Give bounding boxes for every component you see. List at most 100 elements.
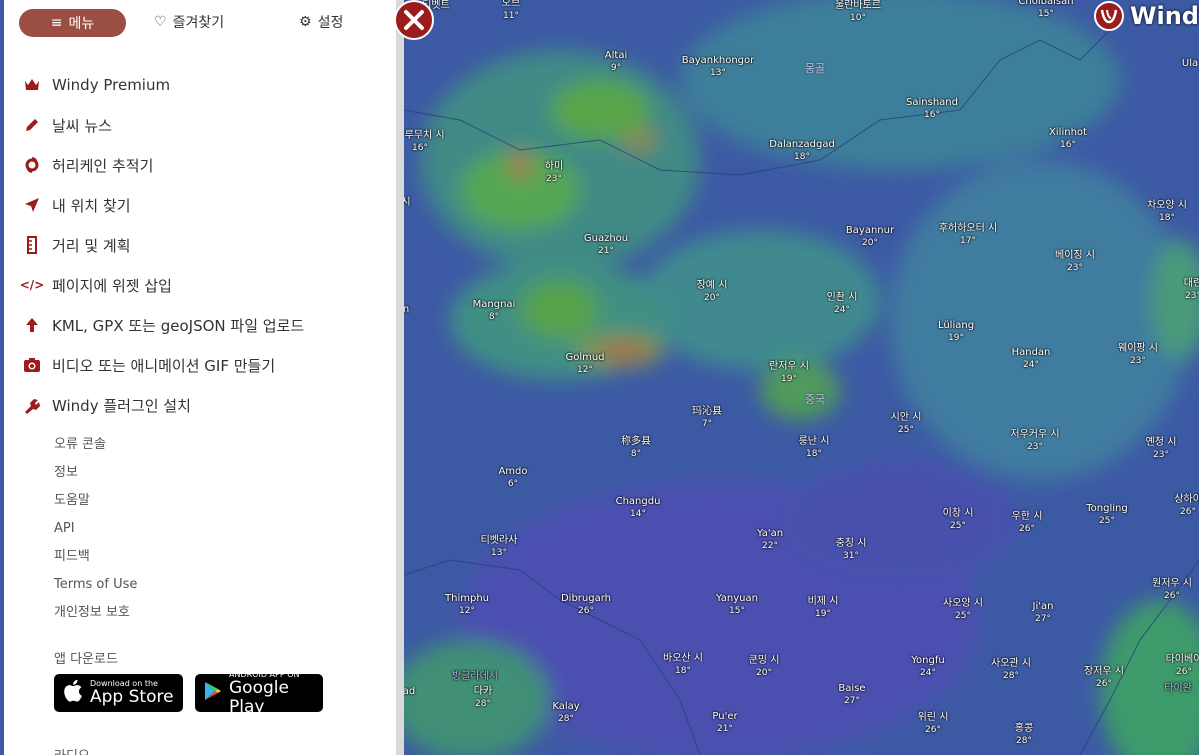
city-label: 이창 시 25° (943, 508, 974, 532)
city-label: 비제 시 19° (808, 596, 839, 620)
menu-item-plugin[interactable]: Windy 플러그인 설치 (22, 385, 304, 425)
link-error-console[interactable]: 오류 콘솔 (54, 431, 137, 459)
city-label: 하미 23° (545, 161, 563, 185)
tab-menu[interactable]: ≡ 메뉴 (19, 9, 126, 37)
city-temperature: 18° (1159, 213, 1175, 223)
link-feedback[interactable]: 피드백 (54, 543, 137, 571)
city-name: Dibrugarh (560, 593, 612, 604)
city-label: Kalay 28° (552, 701, 579, 725)
city-name: Mangnai (472, 299, 516, 310)
city-label: Dibrugarh 26° (561, 593, 611, 617)
city-temperature: 25° (1099, 516, 1115, 526)
city-name: 쿤밍 시 (748, 655, 780, 666)
menu-item-radio-partial[interactable]: 라디오 (54, 745, 90, 755)
side-menu-panel: ≡ 메뉴 ♡ 즐겨찾기 ⚙ 설정 Windy Premium 날씨 뉴스 허리케… (4, 0, 396, 755)
city-name: 후허하오터 시 (938, 223, 998, 234)
city-name: 충칭 시 (835, 538, 867, 549)
city-label: 称多县 8° (621, 436, 651, 460)
city-label: Golmud 12° (565, 352, 604, 376)
city-label: 타이완 (1164, 683, 1192, 695)
menu-item-hurricane[interactable]: 허리케인 추적기 (22, 145, 304, 185)
city-name: 방글라데시 (452, 671, 498, 682)
menu-item-news[interactable]: 날씨 뉴스 (22, 105, 304, 145)
menu-item-widget[interactable]: </> 페이지에 위젯 삽입 (19, 265, 304, 305)
city-temperature: 25° (950, 521, 966, 531)
city-temperature: 26° (578, 606, 594, 616)
city-label: 사오양 시 25° (943, 598, 983, 622)
menu-item-location[interactable]: 내 위치 찾기 (22, 185, 304, 225)
city-name: 장저우 시 (1084, 666, 1124, 677)
city-name: 상하이 (1174, 494, 1199, 505)
city-label: 사오관 시 28° (991, 658, 1031, 682)
city-name: Thimphu (445, 593, 489, 604)
app-store-button[interactable]: Download on the App Store (54, 674, 183, 712)
apple-icon (64, 679, 84, 707)
city-temperature: 28° (1003, 671, 1019, 681)
link-api[interactable]: API (54, 515, 137, 543)
city-label: Sainshand 16° (906, 97, 958, 121)
city-label: 방글라데시 (452, 671, 498, 683)
city-label: 대련 23° (1184, 278, 1199, 302)
menu-item-distance[interactable]: 거리 및 계획 (22, 225, 304, 265)
menu-item-label: 내 위치 찾기 (52, 196, 131, 215)
city-label: Bayankhongor 13° (682, 55, 755, 79)
menu-item-premium[interactable]: Windy Premium (22, 65, 304, 105)
tab-favorites-label: 즐겨찾기 (172, 15, 225, 31)
play-icon (204, 681, 222, 705)
city-label: 충칭 시 31° (836, 538, 867, 562)
city-label: 저우커우 시 23° (1010, 429, 1059, 453)
city-temperature: 15° (729, 606, 745, 616)
city-label: Thimphu 12° (445, 593, 489, 617)
city-label: Dalanzadgad 18° (769, 139, 835, 163)
city-name: 시안 시 (890, 412, 922, 423)
tab-settings[interactable]: ⚙ 설정 (299, 12, 343, 32)
city-label: 장예 시 20° (697, 280, 728, 304)
city-temperature: 23° (1153, 450, 1169, 460)
menu-item-video[interactable]: 비디오 또는 애니메이션 GIF 만들기 (22, 345, 304, 385)
city-name: Golmud (565, 352, 605, 363)
city-name: Sainshand (906, 97, 958, 108)
city-label: Ula (1182, 58, 1198, 70)
city-label: Amdo 6° (498, 466, 527, 490)
city-temperature: 26° (925, 725, 941, 735)
city-temperature: 20° (862, 238, 878, 248)
city-name: Yongfu (911, 655, 945, 666)
windy-logo-icon (1094, 1, 1124, 31)
city-label: Ya'an 22° (757, 528, 783, 552)
city-label: Handan 24° (1012, 347, 1051, 371)
city-temperature: 23° (1027, 442, 1043, 452)
link-about[interactable]: 정보 (54, 459, 137, 487)
city-name: 타이완 (1164, 683, 1192, 694)
city-label: 시안 시 25° (891, 412, 922, 436)
city-name: 사오관 시 (991, 658, 1031, 669)
city-temperature: 25° (955, 611, 971, 621)
city-temperature: 17° (960, 236, 976, 246)
close-menu-button[interactable] (394, 0, 434, 40)
tab-favorites[interactable]: ♡ 즐겨찾기 (154, 12, 224, 32)
crown-icon (22, 75, 42, 95)
plugin-icon (22, 395, 42, 415)
city-name: 비제 시 (807, 596, 839, 607)
link-terms[interactable]: Terms of Use (54, 571, 137, 599)
link-privacy[interactable]: 개인정보 보호 (54, 599, 137, 627)
city-temperature: 16° (1060, 140, 1076, 150)
google-play-big-text: Google Play (229, 677, 289, 717)
google-play-button[interactable]: ANDROID APP ON Google Play (195, 670, 323, 716)
city-label: 인촨 시 24° (827, 292, 858, 316)
tab-menu-label: 메뉴 (68, 16, 95, 32)
city-name: 옌청 시 (1145, 437, 1177, 448)
city-temperature: 26° (1164, 591, 1180, 601)
city-temperature: 23° (1130, 356, 1146, 366)
city-name: Tongling (1086, 503, 1128, 514)
city-label: Yongfu 24° (911, 655, 944, 679)
city-temperature: 8° (630, 449, 642, 459)
windy-logo[interactable]: Windy (1094, 0, 1199, 32)
city-temperature: 10° (850, 13, 866, 23)
city-name: 저우커우 시 (1010, 429, 1060, 440)
city-name: 타이베이 (1165, 654, 1199, 665)
code-icon: </> (19, 278, 45, 292)
link-help[interactable]: 도움말 (54, 487, 137, 515)
city-name: Ula (1181, 58, 1199, 69)
menu-item-upload[interactable]: KML, GPX 또는 geoJSON 파일 업로드 (22, 305, 304, 345)
city-temperature: 24° (1023, 360, 1039, 370)
